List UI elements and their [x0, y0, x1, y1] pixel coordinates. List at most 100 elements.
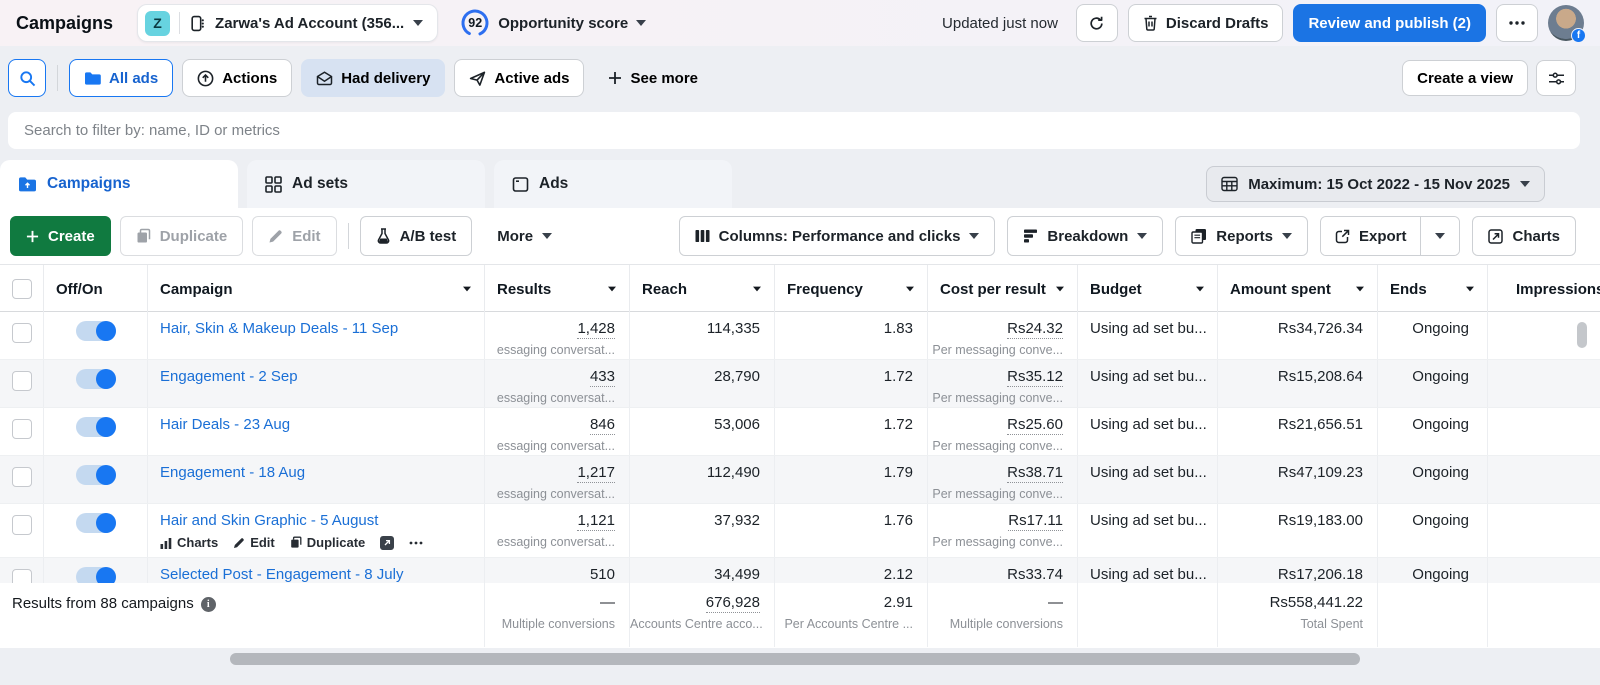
ends-value: Ongoing — [1378, 312, 1488, 359]
account-name: Zarwa's Ad Account (356... — [215, 14, 405, 32]
row-checkbox[interactable] — [11, 419, 32, 439]
campaign-link[interactable]: Hair and Skin Graphic - 5 August — [160, 511, 378, 531]
campaign-toggle[interactable] — [75, 567, 116, 583]
column-header-off-on[interactable]: Off/On — [44, 265, 148, 313]
results-value[interactable]: 510 — [589, 566, 615, 583]
info-icon[interactable]: i — [200, 597, 216, 612]
results-value[interactable]: 1,217 — [577, 464, 615, 483]
sliders-icon — [1548, 71, 1565, 86]
expand-icon — [380, 535, 395, 550]
campaign-link[interactable]: Engagement - 2 Sep — [160, 367, 298, 387]
campaign-toggle[interactable] — [75, 369, 116, 389]
tab-campaigns[interactable]: Campaigns — [0, 160, 238, 208]
date-range-selector[interactable]: Maximum: 15 Oct 2022 - 15 Nov 2025 — [1206, 166, 1545, 202]
row-duplicate-action[interactable]: Duplicate — [290, 535, 365, 550]
more-button[interactable]: More — [481, 216, 569, 256]
refresh-icon — [1088, 15, 1105, 32]
campaign-toggle[interactable] — [75, 465, 116, 485]
create-label: Create — [48, 227, 95, 245]
column-header-reach[interactable]: Reach — [630, 265, 775, 313]
create-button[interactable]: Create — [10, 216, 111, 256]
column-header-results[interactable]: Results — [485, 265, 630, 313]
columns-button[interactable]: Columns: Performance and clicks — [678, 216, 996, 256]
results-value[interactable]: 1,428 — [577, 320, 615, 339]
campaign-link[interactable]: Hair Deals - 23 Aug — [160, 415, 290, 435]
row-expand-action[interactable] — [380, 535, 395, 550]
results-value[interactable]: 433 — [589, 368, 615, 387]
review-publish-label: Review and publish (2) — [1308, 14, 1471, 32]
filter-active-ads[interactable]: Active ads — [454, 59, 585, 97]
duplicate-button[interactable]: Duplicate — [119, 216, 244, 256]
create-view-button[interactable]: Create a view — [1402, 60, 1528, 96]
vertical-scrollbar[interactable] — [1577, 322, 1587, 348]
export-options-button[interactable] — [1420, 217, 1460, 255]
select-all-checkbox[interactable] — [11, 279, 32, 299]
row-checkbox[interactable] — [11, 515, 32, 535]
cost-per-result-value[interactable]: Rs33.74 — [1007, 566, 1063, 583]
edit-button[interactable]: Edit — [252, 216, 337, 256]
row-checkbox[interactable] — [11, 371, 32, 391]
campaign-toggle[interactable] — [75, 321, 116, 341]
column-header-cost-per-result[interactable]: Cost per result — [928, 265, 1078, 313]
breakdown-button[interactable]: Breakdown — [1007, 216, 1164, 256]
column-header-frequency[interactable]: Frequency — [775, 265, 928, 313]
horizontal-scrollbar[interactable] — [230, 653, 1360, 665]
column-header-campaign[interactable]: Campaign — [148, 265, 485, 313]
cost-per-result-value[interactable]: Rs25.60 — [1007, 416, 1063, 435]
discard-drafts-button[interactable]: Discard Drafts — [1127, 4, 1284, 42]
tab-ads[interactable]: Ads — [494, 160, 732, 208]
filter-all-ads[interactable]: All ads — [69, 59, 174, 97]
column-header-impressions[interactable]: Impressions — [1488, 265, 1600, 313]
export-button[interactable]: Export — [1320, 217, 1421, 255]
row-edit-action[interactable]: Edit — [233, 535, 275, 550]
impressions-cell — [1488, 360, 1600, 407]
tab-ad-sets[interactable]: Ad sets — [247, 160, 485, 208]
refresh-button[interactable] — [1075, 4, 1118, 42]
row-more-action[interactable] — [409, 541, 423, 545]
results-value[interactable]: 1,121 — [577, 512, 615, 531]
chevron-down-icon — [1196, 286, 1204, 292]
row-checkbox[interactable] — [11, 323, 32, 343]
tab-ad-sets-label: Ad sets — [292, 175, 348, 192]
cost-per-result-value[interactable]: Rs17.11 — [1008, 512, 1063, 531]
search-filter-button[interactable] — [8, 59, 46, 97]
table-header: Off/On Campaign Results Reach Frequency … — [0, 264, 1600, 313]
campaign-link[interactable]: Engagement - 18 Aug — [160, 463, 305, 483]
row-checkbox[interactable] — [11, 569, 32, 583]
budget-value: Using ad set bu... — [1078, 504, 1218, 557]
mini-charts-icon — [160, 537, 172, 549]
column-header-ends[interactable]: Ends — [1378, 265, 1488, 313]
budget-value: Using ad set bu... — [1078, 456, 1218, 503]
filter-actions[interactable]: Actions — [182, 59, 293, 97]
campaign-toggle[interactable] — [75, 513, 116, 533]
campaign-link[interactable]: Hair, Skin & Makeup Deals - 11 Sep — [160, 319, 398, 339]
cost-per-result-value[interactable]: Rs35.12 — [1007, 368, 1063, 387]
score-ring-icon: 92 — [460, 8, 490, 38]
campaign-link[interactable]: Selected Post - Engagement - 8 July — [160, 565, 403, 583]
row-charts-action[interactable]: Charts — [160, 535, 218, 550]
ab-test-button[interactable]: A/B test — [359, 216, 473, 256]
review-publish-button[interactable]: Review and publish (2) — [1293, 4, 1486, 42]
opportunity-score-dropdown[interactable]: 92 Opportunity score — [460, 8, 647, 38]
cost-per-result-value[interactable]: Rs24.32 — [1007, 320, 1063, 339]
account-selector[interactable]: Z Zarwa's Ad Account (356... — [137, 4, 439, 42]
column-header-budget[interactable]: Budget — [1078, 265, 1218, 313]
filter-had-delivery[interactable]: Had delivery — [301, 59, 446, 97]
chevron-down-icon — [1435, 233, 1446, 239]
summary-reach[interactable]: 676,928 — [705, 594, 760, 613]
ad-account-icon — [189, 15, 206, 32]
reach-value: 114,335 — [630, 312, 775, 359]
row-checkbox[interactable] — [11, 467, 32, 487]
see-more-button[interactable]: See more — [593, 59, 713, 97]
reports-button[interactable]: Reports — [1175, 216, 1308, 256]
filter-all-ads-label: All ads — [109, 69, 159, 87]
view-settings-button[interactable] — [1536, 60, 1576, 96]
more-options-button[interactable] — [1496, 4, 1538, 42]
profile-avatar[interactable]: f — [1548, 5, 1586, 43]
cost-per-result-value[interactable]: Rs38.71 — [1007, 464, 1063, 483]
search-input[interactable] — [8, 112, 1580, 149]
results-value[interactable]: 846 — [589, 416, 615, 435]
charts-button[interactable]: Charts — [1472, 216, 1576, 256]
column-header-amount-spent[interactable]: Amount spent — [1218, 265, 1378, 313]
campaign-toggle[interactable] — [75, 417, 116, 437]
